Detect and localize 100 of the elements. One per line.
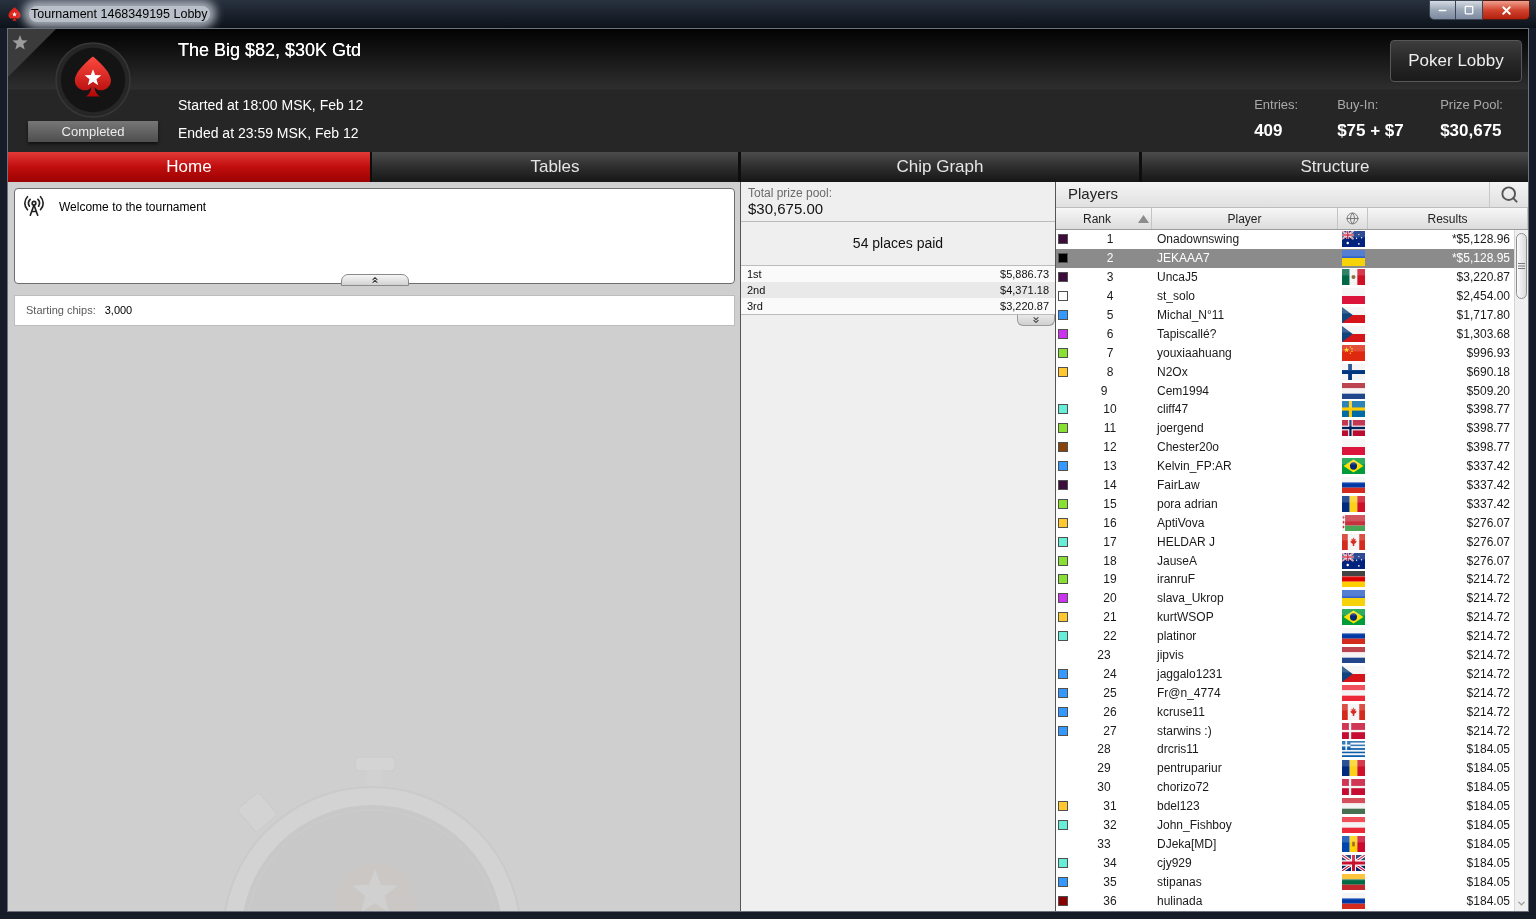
flag-icon [1341,609,1365,626]
player-name: cliff47 [1157,401,1189,419]
player-name: stipanas [1157,873,1202,891]
column-header[interactable]: Rank [1056,208,1152,229]
player-name: pentrupariur [1157,760,1222,778]
double-chevron-down-icon [1031,315,1041,325]
flag-icon [1341,684,1365,701]
column-header[interactable]: Player [1152,208,1338,229]
collapse-button[interactable] [341,274,409,286]
flag-icon [1341,722,1365,739]
column-header[interactable] [1338,208,1368,229]
result-amount: $184.05 [1466,798,1510,816]
flag-icon [1341,325,1365,342]
player-name: DJeka[MD] [1157,835,1217,853]
rank-number: 32 [1103,817,1117,835]
result-amount: *$5,128.95 [1451,250,1510,268]
rank-number: 21 [1103,609,1117,627]
result-amount: $3,220.87 [1456,269,1510,287]
result-amount: $184.05 [1466,817,1510,835]
message-text: Welcome to the tournament [59,199,207,216]
player-name: jaggalo1231 [1157,665,1223,683]
result-amount: $214.72 [1466,684,1510,702]
result-amount: $276.07 [1466,514,1510,532]
result-amount: $1,303.68 [1456,325,1510,343]
close-icon [1499,3,1513,17]
rank-number: 23 [1097,647,1111,665]
rank-number: 17 [1103,533,1117,551]
player-name: Fr@n_4774 [1157,684,1221,702]
scrollbar-thumb[interactable] [1516,233,1527,299]
star-icon[interactable] [8,29,56,77]
player-name: Chester20o [1157,439,1220,457]
player-name: kurtWSOP [1157,609,1214,627]
result-amount: $214.72 [1466,590,1510,608]
player-name: Michal_N°11 [1157,307,1225,324]
flag-icon [1341,382,1365,399]
tab[interactable]: Home [8,152,370,182]
poker-lobby-button[interactable]: Poker Lobby [1390,40,1522,82]
rank-number: 7 [1106,344,1114,362]
result-amount: $2,454.00 [1456,288,1510,306]
player-name: hulinada [1157,892,1203,910]
tab[interactable]: Structure [1142,152,1528,182]
players-title: Players [1067,184,1120,205]
column-header[interactable]: Results [1368,208,1528,229]
rank-number: 2 [1106,250,1114,268]
flag-icon [1341,835,1365,852]
player-name: JauseA [1157,552,1198,570]
prize-amount: $3,220.87 [1000,298,1049,314]
flag-icon [1341,647,1365,664]
player-name: drcris11 [1157,741,1199,759]
rank-number: 16 [1103,514,1117,532]
result-amount: $214.72 [1466,703,1510,721]
rank-number: 29 [1097,760,1111,778]
result-amount: $214.72 [1466,628,1510,646]
player-name: youxiaahuang [1157,344,1232,362]
stat-label: Prize Pool: [1440,96,1503,114]
result-amount: $509.20 [1466,382,1510,400]
result-amount: $276.07 [1466,533,1510,551]
rank-number: 12 [1103,439,1117,457]
result-amount: $690.18 [1466,363,1510,381]
search-icon [1499,185,1519,204]
flag-icon [1341,665,1365,682]
result-amount: $398.77 [1466,420,1510,438]
player-name: iranruF [1157,571,1195,589]
rank-number: 10 [1103,401,1117,419]
result-amount: *$5,128.96 [1451,231,1510,249]
flag-icon [1341,628,1365,645]
result-amount: $996.93 [1466,344,1510,362]
stat-value: $30,675 [1440,120,1502,142]
tab[interactable]: Chip Graph [741,152,1139,182]
player-name: AptiVova [1157,514,1205,532]
player-name: JEKAAA7 [1157,250,1210,268]
result-amount: $214.72 [1466,665,1510,683]
grip-icon [1518,263,1525,269]
flag-icon [1341,420,1365,437]
stat-value: 409 [1254,120,1283,142]
flag-icon [1341,854,1365,871]
result-amount: $214.72 [1466,647,1510,665]
minimize-button[interactable] [1429,0,1456,20]
player-name: N2Ox [1157,363,1188,381]
tab[interactable]: Tables [372,152,738,182]
stat-value: $75 + $7 [1337,120,1404,142]
result-amount: $214.72 [1466,722,1510,740]
place-label: 2nd [747,282,766,298]
flag-icon [1341,401,1365,418]
flag-icon [1341,344,1365,361]
expand-button[interactable] [1017,315,1055,326]
rank-number: 36 [1103,892,1117,910]
window-title: Tournament 1468349195 Lobby [29,6,210,22]
maximize-button[interactable] [1456,0,1483,20]
rank-number: 33 [1097,835,1111,853]
result-amount: $184.05 [1466,854,1510,872]
player-name: Onadownswing [1157,231,1240,249]
scrollbar[interactable] [1514,230,1528,911]
flag-icon [1341,288,1365,305]
flag-icon [1341,798,1365,815]
stat-label: Buy-In: [1337,96,1379,114]
player-name: st_solo [1157,288,1196,306]
close-button[interactable] [1483,0,1530,20]
rank-number: 14 [1103,477,1117,494]
globe-icon [1346,212,1359,225]
